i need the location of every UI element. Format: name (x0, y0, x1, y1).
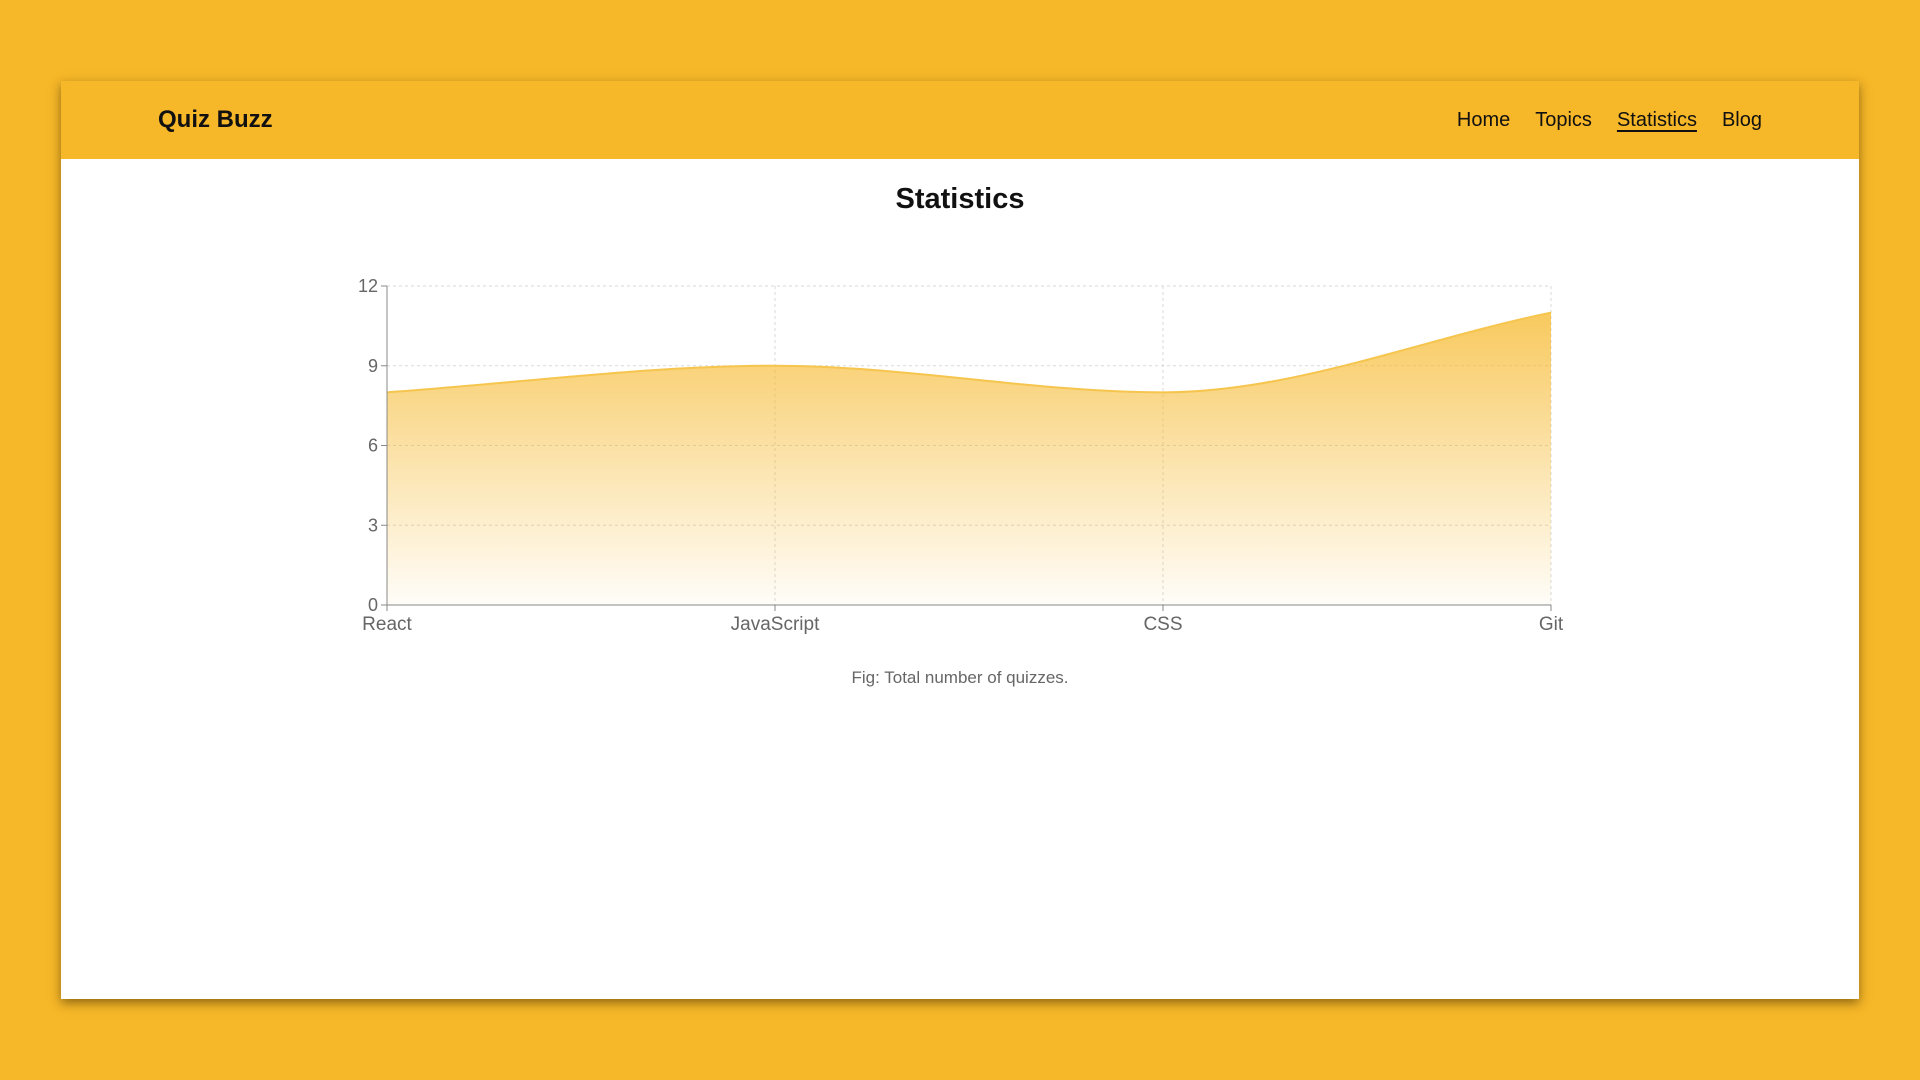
x-tick-label: CSS (1143, 614, 1182, 635)
y-tick-label: 3 (368, 515, 378, 535)
quiz-count-area-chart: 0 3 6 9 12 React JavaScript CSS Git (358, 276, 1564, 635)
x-tick-label: Git (1539, 614, 1564, 635)
y-tick-label: 9 (368, 356, 378, 376)
x-tick-label: JavaScript (731, 614, 820, 635)
y-tick-label: 6 (368, 436, 378, 456)
chart-caption: Fig: Total number of quizzes. (851, 668, 1069, 687)
x-tick-label: React (362, 614, 412, 635)
app-window: Quiz Buzz Home Topics Statistics Blog St… (61, 81, 1859, 999)
y-tick-label: 0 (368, 595, 378, 615)
y-tick-label: 12 (358, 276, 378, 296)
